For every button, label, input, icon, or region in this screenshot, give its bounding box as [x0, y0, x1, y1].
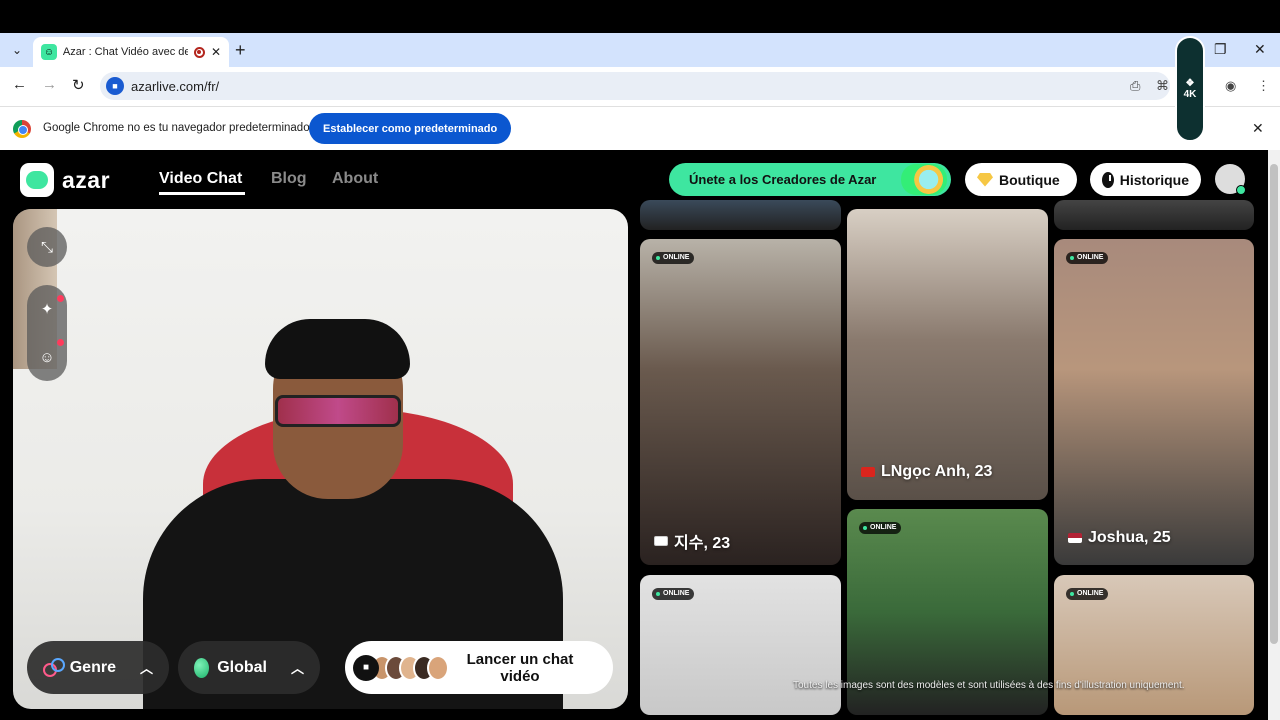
profile-name: 지수, 23: [654, 529, 730, 553]
browser-toolbar: ← → ↻ ■ azarlive.com/fr/ ⎙ ⌘ ◉ ⋮: [0, 67, 1280, 106]
set-default-button[interactable]: Establecer como predeterminado: [309, 113, 512, 144]
nav-video-chat[interactable]: Video Chat: [159, 170, 242, 188]
translate-icon[interactable]: ⌘: [1156, 78, 1169, 94]
launch-label: Lancer un chat vidéo: [466, 650, 574, 685]
creators-illustration-icon: [901, 164, 947, 195]
nav-about[interactable]: About: [332, 170, 378, 188]
online-badge: ONLINE: [1066, 588, 1109, 600]
active-nav-underline: [159, 192, 245, 195]
address-bar[interactable]: ■ azarlive.com/fr/: [100, 72, 1170, 100]
flag-vn-icon: [861, 467, 875, 477]
profile-name-text: LNgọc Anh, 23: [881, 463, 993, 480]
profile-card[interactable]: LNgọc Anh, 23: [847, 209, 1048, 500]
boutique-button[interactable]: Boutique: [965, 163, 1077, 196]
region-selector[interactable]: Global ︿: [178, 641, 320, 694]
infobar-message: Google Chrome no es tu navegador predete…: [43, 122, 310, 134]
profile-card[interactable]: ONLINE 지수, 23: [640, 239, 841, 565]
genre-label: Genre: [69, 658, 116, 676]
join-creators-button[interactable]: Únete a los Creadores de Azar: [669, 163, 951, 196]
site-camera-icon[interactable]: ■: [106, 77, 124, 95]
gender-icon: [43, 657, 65, 678]
scrollbar-thumb[interactable]: [1270, 164, 1278, 644]
historique-button[interactable]: Historique: [1090, 163, 1201, 196]
video-camera-icon: ■: [353, 654, 379, 681]
launch-video-chat-button[interactable]: ■ Lancer un chat vidéo: [345, 641, 613, 694]
clock-icon: [1102, 171, 1114, 188]
online-status-dot: [1236, 185, 1246, 195]
profile-card[interactable]: ONLINE Joshua, 25: [1054, 239, 1254, 565]
url-text: azarlive.com/fr/: [131, 78, 220, 94]
chevron-up-icon: ︿: [139, 661, 153, 676]
new-tab-plus-icon[interactable]: +: [235, 40, 246, 61]
profile-name: Joshua, 25: [1068, 529, 1171, 547]
more-menu-icon[interactable]: ⋮: [1257, 78, 1270, 94]
page-scrollbar[interactable]: [1268, 150, 1280, 720]
azar-logo[interactable]: azar: [20, 163, 110, 197]
preview-face-thumb: [427, 654, 449, 681]
badge-text: 4K: [1183, 89, 1197, 100]
historique-label: Historique: [1119, 171, 1189, 188]
profile-badge-overlay: ❖ 4K: [1175, 36, 1205, 142]
boutique-label: Boutique: [999, 171, 1060, 188]
back-arrow-icon[interactable]: ←: [12, 76, 27, 93]
disclaimer-text: Toutes les images sont des modèles et so…: [793, 680, 1185, 691]
filter-new-dot: [57, 339, 64, 346]
effects-stack: ✦ ☺: [27, 285, 67, 381]
camera-preview: [13, 209, 628, 709]
close-window-icon[interactable]: ✕: [1254, 41, 1266, 58]
flag-us-icon: [1068, 533, 1082, 543]
face-filter-icon[interactable]: ☺: [39, 349, 54, 366]
flag-kr-icon: [654, 536, 668, 546]
tab-strip: ⌄ ☺ Azar : Chat Vidéo avec de n ✕ + ❐ ✕: [0, 33, 1280, 67]
screen-top-bar: [0, 0, 1280, 33]
recording-indicator-icon: [193, 46, 205, 58]
profile-card[interactable]: [1054, 200, 1254, 230]
person-sunglasses: [275, 395, 401, 427]
chrome-logo-icon: [13, 120, 31, 138]
minimize-icon[interactable]: ⤡: [27, 227, 67, 267]
side-tools: ⤡ ✦ ☺: [27, 227, 67, 381]
creators-label: Únete a los Creadores de Azar: [689, 172, 877, 187]
profile-icon[interactable]: ◉: [1225, 78, 1236, 94]
infobar-close-icon[interactable]: ✕: [1252, 120, 1264, 137]
profile-name-text: Joshua, 25: [1088, 529, 1171, 546]
globe-icon: [194, 657, 210, 678]
tab-azar[interactable]: ☺ Azar : Chat Vidéo avec de n ✕: [33, 37, 229, 67]
azar-logo-icon: [20, 163, 54, 197]
person-hair: [265, 319, 410, 379]
azar-page: azar Video Chat Blog About Únete a los C…: [0, 150, 1268, 720]
tab-title: Azar : Chat Vidéo avec de n: [62, 46, 188, 58]
profile-name: LNgọc Anh, 23: [861, 463, 992, 481]
gem-icon: [977, 172, 993, 187]
badge-eagle-icon: ❖: [1185, 78, 1195, 89]
tab-close-icon[interactable]: ✕: [211, 45, 221, 59]
forward-arrow-icon[interactable]: →: [42, 76, 57, 93]
online-badge: ONLINE: [652, 588, 695, 600]
nav-blog[interactable]: Blog: [271, 170, 307, 188]
effects-new-dot: [57, 295, 64, 302]
sparkle-effects-icon[interactable]: ✦: [41, 300, 54, 318]
chevron-up-icon: ︿: [290, 661, 304, 676]
profile-card[interactable]: ONLINE: [1054, 575, 1254, 715]
online-badge: ONLINE: [652, 252, 695, 264]
online-badge: ONLINE: [859, 522, 902, 534]
default-browser-infobar: Google Chrome no es tu navegador predete…: [0, 106, 1280, 150]
genre-selector[interactable]: Genre ︿: [27, 641, 169, 694]
install-app-icon[interactable]: ⎙: [1130, 78, 1140, 94]
restore-window-icon[interactable]: ❐: [1214, 41, 1227, 58]
azar-favicon-icon: ☺: [41, 44, 57, 60]
profile-name-text: 지수, 23: [674, 535, 731, 552]
logo-text: azar: [62, 166, 111, 193]
profile-card[interactable]: [640, 200, 841, 230]
online-badge: ONLINE: [1066, 252, 1109, 264]
tab-search-chevron-icon[interactable]: ⌄: [6, 39, 28, 61]
global-label: Global: [217, 658, 267, 676]
profile-card[interactable]: ONLINE: [640, 575, 841, 715]
reload-icon[interactable]: ↻: [72, 76, 85, 94]
